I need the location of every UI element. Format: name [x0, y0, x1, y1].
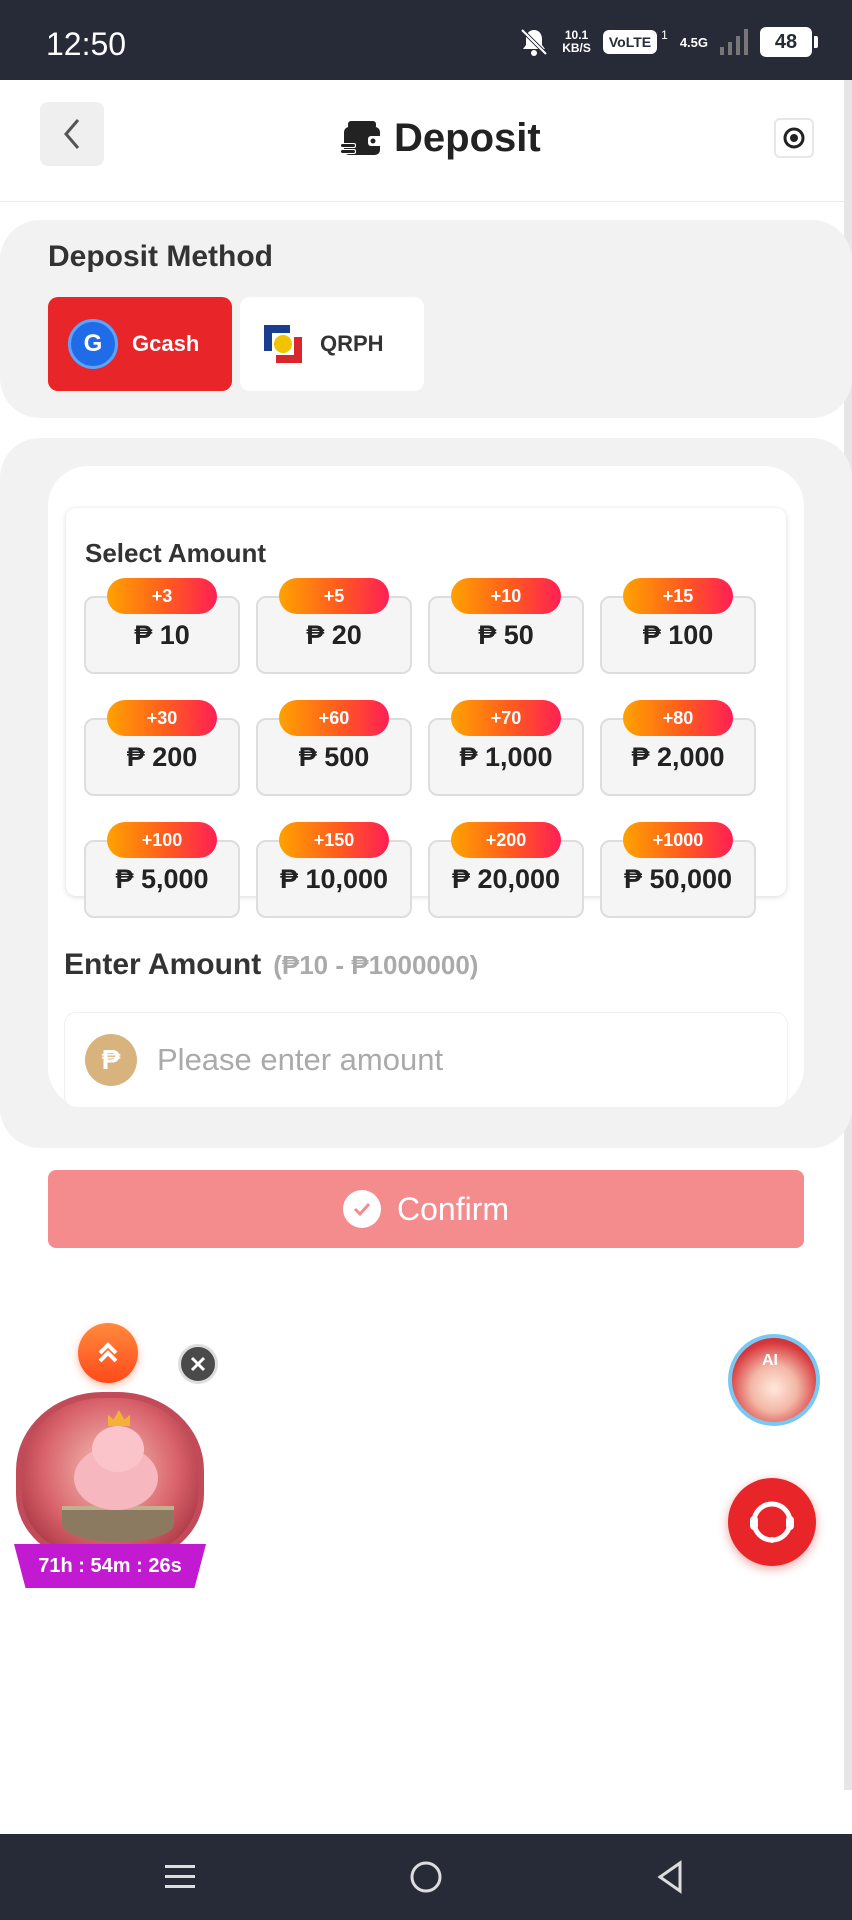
amount-value: ₱ 500	[298, 741, 370, 772]
method-gcash-label: Gcash	[132, 331, 200, 356]
system-nav-bar	[0, 1834, 852, 1920]
ai-label: AI	[762, 1352, 778, 1369]
bonus-badge: +30	[107, 700, 217, 736]
net-speed: 10.1 KB/S	[562, 29, 591, 55]
confirm-button[interactable]: Confirm	[48, 1170, 804, 1248]
bonus-badge: +100	[107, 822, 217, 858]
customer-support-button[interactable]	[728, 1478, 816, 1566]
status-bar: 12:50 10.1 KB/S VoLTE 1 4.5G 48	[0, 0, 852, 80]
amount-value: ₱ 5,000	[115, 863, 209, 894]
bonus-badge: +80	[623, 700, 733, 736]
amount-option[interactable]: +70 ₱ 1,000	[428, 700, 584, 796]
page-title: Deposit	[394, 116, 541, 160]
scroll-top-button[interactable]	[78, 1323, 138, 1383]
basket-shape	[62, 1506, 174, 1542]
chevrons-up-icon	[98, 1342, 118, 1363]
signal-icon	[720, 29, 748, 55]
amount-option[interactable]: +10 ₱ 50	[428, 578, 584, 674]
select-amount-heading: Select Amount	[85, 538, 267, 568]
net-speed-unit: KB/S	[562, 41, 591, 55]
screen-record-icon	[783, 127, 805, 149]
amount-option[interactable]: +3 ₱ 10	[84, 578, 240, 674]
enter-amount-range: (₱10 - ₱1000000)	[273, 950, 479, 980]
gcash-logo-letter: G	[83, 330, 103, 357]
bonus-badge: +70	[451, 700, 561, 736]
pig-promo-icon	[16, 1392, 204, 1562]
bonus-badge: +15	[623, 578, 733, 614]
bonus-badge: +150	[279, 822, 389, 858]
enter-amount-title: Enter Amount	[64, 948, 262, 981]
page-title-wrap: Deposit	[340, 116, 541, 161]
header: Deposit	[0, 80, 844, 202]
method-qrph-label: QRPH	[320, 331, 384, 356]
method-qrph-button[interactable]: QRPH	[240, 297, 424, 391]
amount-option[interactable]: +1000 ₱ 50,000	[600, 822, 756, 918]
amount-value: ₱ 20	[306, 619, 362, 650]
nav-recents-button[interactable]	[150, 1854, 210, 1900]
qrph-logo-icon	[264, 325, 302, 363]
crown-icon	[108, 1410, 130, 1426]
enter-amount-heading: Enter Amount (₱10 - ₱1000000)	[64, 948, 478, 982]
bell-muted-icon	[520, 28, 548, 56]
method-gcash-button[interactable]: G Gcash	[48, 297, 232, 391]
amount-value: ₱ 20,000	[451, 863, 561, 894]
close-icon	[190, 1356, 206, 1372]
pig-head-shape	[92, 1426, 144, 1472]
amount-option[interactable]: +150 ₱ 10,000	[256, 822, 412, 918]
bonus-badge: +10	[451, 578, 561, 614]
bonus-badge: +5	[279, 578, 389, 614]
back-button[interactable]	[40, 102, 104, 166]
amount-value: ₱ 100	[642, 619, 714, 650]
bonus-badge: +200	[451, 822, 561, 858]
amount-option[interactable]: +5 ₱ 20	[256, 578, 412, 674]
menu-icon	[165, 1865, 195, 1888]
promo-timer: 71h : 54m : 26s	[14, 1544, 206, 1588]
home-circle-icon	[410, 1861, 442, 1893]
bonus-badge: +1000	[623, 822, 733, 858]
amount-input-field[interactable]: ₱	[64, 1012, 788, 1108]
amount-option[interactable]: +30 ₱ 200	[84, 700, 240, 796]
amount-value: ₱ 50,000	[623, 863, 733, 894]
amount-value: ₱ 2,000	[631, 741, 725, 772]
amount-option[interactable]: +80 ₱ 2,000	[600, 700, 756, 796]
amount-option[interactable]: +100 ₱ 5,000	[84, 822, 240, 918]
amount-options-grid: +3 ₱ 10 +5 ₱ 20 +10 ₱ 50 +15 ₱ 100 +30 ₱ 200 …	[84, 578, 756, 918]
ai-assistant-button[interactable]: AI	[728, 1334, 820, 1426]
battery-icon: 48	[760, 27, 818, 57]
select-amount-box: Select Amount +3 ₱ 10 +5 ₱ 20 +10 ₱ 50 +15 ₱…	[66, 508, 786, 918]
status-icons: 10.1 KB/S VoLTE 1 4.5G 48	[518, 26, 818, 58]
sim-slot: 1	[661, 28, 668, 42]
amount-option[interactable]: +15 ₱ 100	[600, 578, 756, 674]
check-icon	[342, 1190, 381, 1228]
close-promo-button[interactable]	[178, 1344, 218, 1384]
amount-option[interactable]: +60 ₱ 500	[256, 700, 412, 796]
peso-icon: ₱	[85, 1034, 137, 1086]
bonus-badge: +3	[107, 578, 217, 614]
amount-value: ₱ 1,000	[459, 741, 553, 772]
network-type: 4.5G	[679, 34, 708, 50]
back-icon	[64, 119, 80, 149]
confirm-label: Confirm	[396, 1190, 509, 1227]
back-triangle-icon	[657, 1860, 682, 1894]
volte-badge: VoLTE	[602, 30, 658, 54]
promo-widget[interactable]: 71h : 54m : 26s	[14, 1392, 206, 1592]
gcash-logo-icon: G	[68, 319, 118, 369]
amount-value: ₱ 200	[126, 741, 198, 772]
deposit-method-heading: Deposit Method	[48, 240, 273, 273]
screen-record-button[interactable]	[774, 118, 814, 158]
nav-home-button[interactable]	[396, 1854, 456, 1900]
status-time: 12:50	[46, 26, 127, 62]
headset-icon	[750, 1501, 794, 1543]
bonus-badge: +60	[279, 700, 389, 736]
amount-section: Select Amount +3 ₱ 10 +5 ₱ 20 +10 ₱ 50 +15 ₱…	[0, 438, 852, 1148]
amount-option[interactable]: +200 ₱ 20,000	[428, 822, 584, 918]
amount-value: ₱ 50	[478, 619, 534, 650]
amount-value: ₱ 10	[134, 619, 190, 650]
amount-card: Select Amount +3 ₱ 10 +5 ₱ 20 +10 ₱ 50 +15 ₱…	[48, 466, 804, 1108]
nav-back-button[interactable]	[640, 1854, 700, 1900]
amount-input[interactable]	[157, 1042, 717, 1078]
amount-value: ₱ 10,000	[279, 863, 389, 894]
wallet-icon	[340, 120, 382, 155]
deposit-method-section: Deposit Method G Gcash QRPH	[0, 220, 852, 418]
